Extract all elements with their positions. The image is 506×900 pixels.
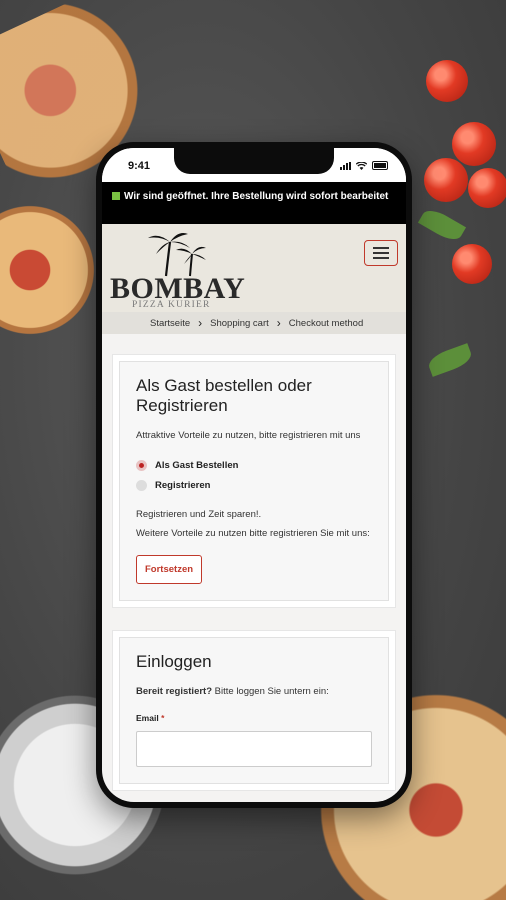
email-field[interactable]	[136, 731, 372, 767]
login-lead-rest: Bitte loggen Sie untern ein:	[214, 686, 329, 697]
option-register[interactable]: Registrieren	[136, 475, 372, 495]
option-guest-label: Als Gast Bestellen	[155, 459, 239, 471]
required-mark: *	[161, 713, 165, 723]
status-bar: 9:41	[102, 148, 406, 182]
login-lead: Bereit registiert? Bitte loggen Sie unte…	[136, 682, 372, 701]
chevron-right-icon: ›	[198, 316, 203, 330]
hamburger-menu-button[interactable]	[364, 240, 398, 266]
tomato-image	[424, 158, 468, 202]
phone-notch	[174, 148, 334, 174]
status-time: 9:41	[128, 160, 151, 172]
checkout-content: Als Gast bestellen oder Registrieren Att…	[112, 354, 396, 791]
option-register-label: Registrieren	[155, 479, 211, 491]
login-card: Einloggen Bereit registiert? Bitte logge…	[112, 630, 396, 791]
option-guest[interactable]: Als Gast Bestellen	[136, 455, 372, 475]
guest-register-card: Als Gast bestellen oder Registrieren Att…	[112, 354, 396, 608]
announcement-text: Wir sind geöffnet. Ihre Bestellung wird …	[124, 191, 389, 202]
guest-intro-text: Attraktive Vorteile zu nutzen, bitte reg…	[136, 430, 361, 441]
basil-leaf-image	[417, 205, 467, 245]
radio-checked-icon[interactable]	[136, 459, 147, 471]
signal-icon	[340, 161, 351, 170]
palm-trees-icon	[148, 233, 206, 277]
tomato-image	[426, 60, 468, 102]
login-panel: Einloggen Bereit registiert? Bitte logge…	[119, 637, 389, 784]
email-label-text: Email	[136, 713, 159, 723]
breadcrumb-cart[interactable]: Shopping cart	[210, 318, 269, 329]
menu-icon-bar	[373, 257, 389, 259]
chevron-right-icon: ›	[276, 316, 281, 330]
tomato-image	[452, 244, 492, 284]
tomato-image	[468, 168, 506, 208]
register-benefits-text: Weitere Vorteile zu nutzen bitte registr…	[136, 528, 370, 539]
checkout-method-options: Als Gast Bestellen Registrieren	[136, 455, 372, 495]
site-logo[interactable]: BOMBAY PIZZA KURIER	[110, 228, 250, 312]
pizza-slice-image	[0, 200, 100, 340]
register-note: Registrieren und Zeit sparen!.	[136, 509, 262, 520]
phone-screen: 9:41 Wir sind geöffnet. Ihre Bestellung …	[102, 148, 406, 802]
tomato-image	[452, 122, 496, 166]
login-lead-bold: Bereit registiert?	[136, 686, 213, 697]
guest-register-title: Als Gast bestellen oder Registrieren	[136, 376, 312, 415]
battery-icon	[372, 161, 388, 170]
continue-button[interactable]: Fortsetzen	[136, 555, 203, 584]
menu-icon-bar	[373, 247, 389, 249]
guest-register-panel: Als Gast bestellen oder Registrieren Att…	[119, 361, 389, 601]
open-status-icon	[112, 192, 120, 200]
basil-leaf-image	[425, 343, 475, 377]
breadcrumb-checkout: Checkout method	[288, 317, 364, 329]
radio-unchecked-icon[interactable]	[136, 479, 147, 491]
login-title: Einloggen	[136, 652, 212, 671]
breadcrumb-home[interactable]: Startseite	[150, 318, 190, 329]
phone-frame: 9:41 Wir sind geöffnet. Ihre Bestellung …	[96, 142, 412, 808]
brand-subtitle: PIZZA KURIER	[132, 300, 211, 310]
announcement-bar: Wir sind geöffnet. Ihre Bestellung wird …	[102, 182, 406, 224]
breadcrumb: Startseite › Shopping cart › Checkout me…	[102, 312, 406, 334]
menu-icon-bar	[373, 252, 389, 254]
email-label: Email *	[136, 713, 372, 723]
wifi-icon	[356, 161, 367, 170]
status-icons	[340, 161, 388, 170]
site-header: BOMBAY PIZZA KURIER	[102, 224, 406, 312]
